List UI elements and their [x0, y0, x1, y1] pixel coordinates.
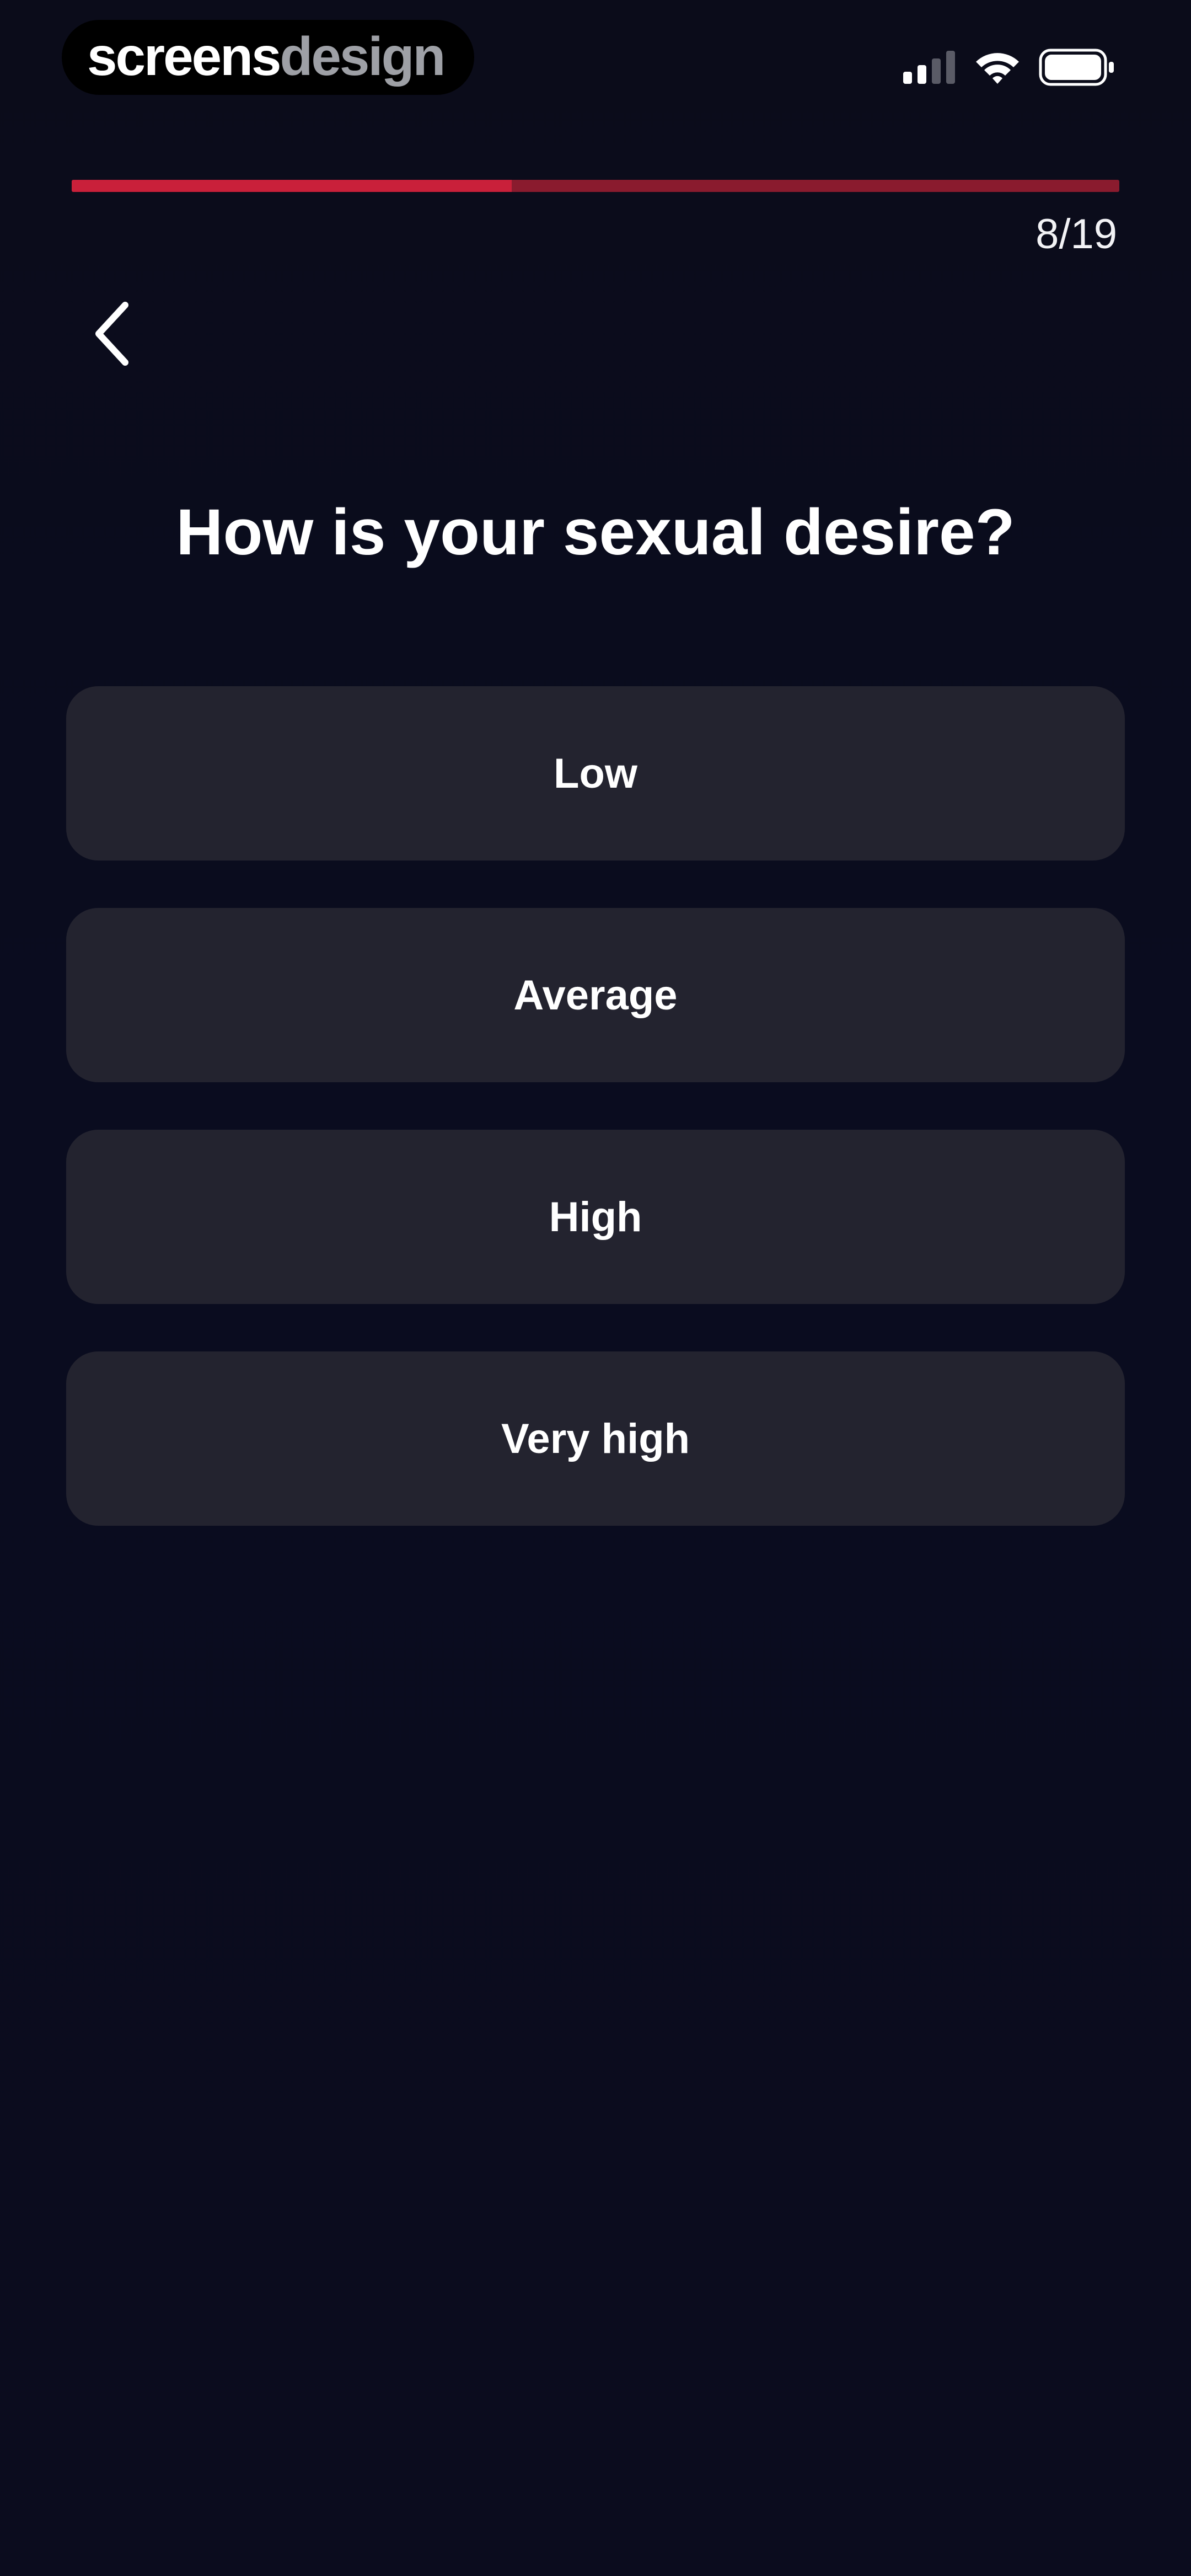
option-very-high-button[interactable]: Very high: [66, 1351, 1125, 1526]
wifi-icon: [976, 53, 1019, 84]
progress-bar-fill: [72, 180, 512, 192]
onboarding-quiz-screen: screensdesign 8/19 How is your sexual de…: [0, 0, 1191, 2576]
brand-logo-part1: screens: [87, 26, 282, 87]
chevron-left-icon: [95, 302, 128, 366]
brand-logo-part2: design: [280, 26, 446, 87]
cellular-signal-icon: [903, 51, 955, 84]
brand-logo: screensdesign: [87, 23, 446, 89]
option-label: Low: [554, 750, 637, 797]
question-title: How is your sexual desire?: [176, 496, 1015, 569]
option-average-button[interactable]: Average: [66, 908, 1125, 1082]
back-button[interactable]: [83, 292, 143, 375]
step-counter: 8/19: [1036, 211, 1117, 258]
option-label: High: [549, 1193, 642, 1241]
answer-options-list: Low Average High Very high: [66, 686, 1125, 1573]
option-label: Average: [513, 971, 678, 1019]
option-high-button[interactable]: High: [66, 1130, 1125, 1304]
status-bar: screensdesign: [0, 0, 1191, 127]
option-low-button[interactable]: Low: [66, 686, 1125, 861]
battery-icon: [1039, 49, 1114, 86]
progress-bar: [72, 180, 1119, 192]
option-label: Very high: [501, 1415, 690, 1462]
